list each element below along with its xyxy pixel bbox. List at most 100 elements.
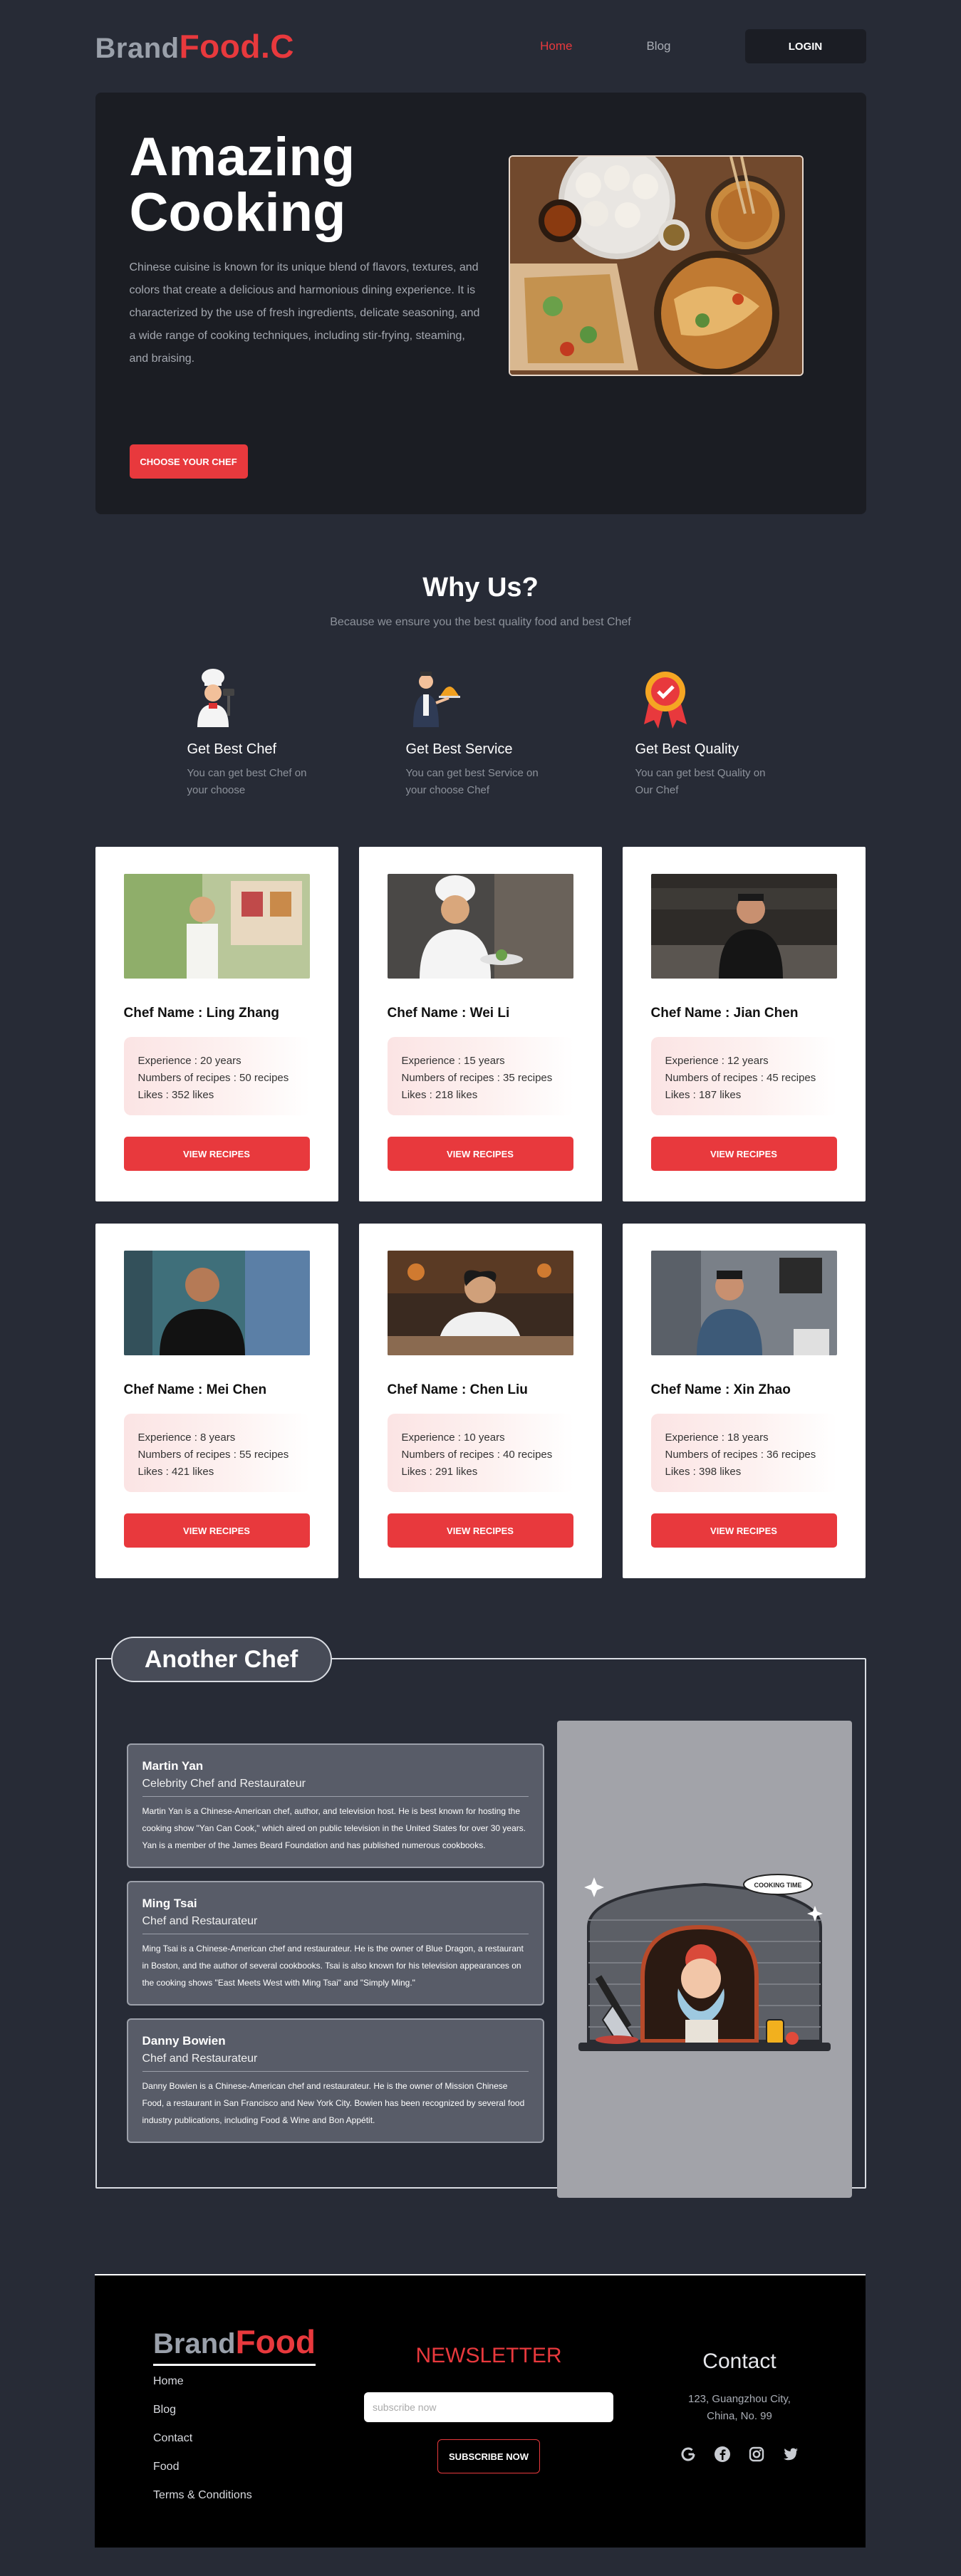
another-chef-section: Another Chef Martin Yan Celebrity Chef a… <box>95 1637 866 2198</box>
chef-likes: Likes : 352 likes <box>137 1089 214 1101</box>
chef-likes: Likes : 291 likes <box>401 1466 478 1478</box>
why-us-title: Why Us? <box>422 573 539 603</box>
feature-text: You can get best Chef on your choose <box>187 767 307 796</box>
footer-links: Home Blog Contact Food Terms & Condition… <box>153 2375 252 2518</box>
chef-card: Chef Name : Jian Chen Experience : 12 ye… <box>622 847 866 1201</box>
view-recipes-button[interactable]: VIEW RECIPES <box>387 1137 573 1171</box>
chef-experience: Experience : 8 years <box>137 1432 236 1444</box>
view-recipes-button[interactable]: VIEW RECIPES <box>650 1137 837 1171</box>
waiter-icon <box>407 666 464 730</box>
chef-photo <box>650 1251 837 1355</box>
chef-photo <box>650 874 837 979</box>
chef-name: Chef Name : Ling Zhang <box>123 1006 280 1021</box>
newsletter-title: NEWSLETTER <box>415 2344 562 2367</box>
contact-title: Contact <box>702 2350 776 2373</box>
features-row: Get Best Chef You can get best Chef on y… <box>95 666 866 823</box>
newsletter: NEWSLETTER SUBSCRIBE NOW <box>364 2344 613 2473</box>
chef-recipe-count: Numbers of recipes : 55 recipes <box>137 1449 289 1461</box>
facebook-icon[interactable] <box>713 2445 732 2463</box>
chef-recipe-count: Numbers of recipes : 40 recipes <box>401 1449 553 1461</box>
chef-name: Chef Name : Xin Zhao <box>650 1382 791 1397</box>
footer-link-blog[interactable]: Blog <box>153 2404 252 2432</box>
twitter-icon[interactable] <box>781 2445 800 2463</box>
chef-recipe-count: Numbers of recipes : 35 recipes <box>401 1072 553 1084</box>
chef-likes: Likes : 218 likes <box>401 1089 478 1101</box>
subscribe-button[interactable]: SUBSCRIBE NOW <box>437 2439 540 2473</box>
chef-bio-card: Martin Yan Celebrity Chef and Restaurate… <box>126 1743 544 1868</box>
view-recipes-button[interactable]: VIEW RECIPES <box>387 1513 573 1548</box>
chef-experience: Experience : 10 years <box>401 1432 505 1444</box>
view-recipes-button[interactable]: VIEW RECIPES <box>650 1513 837 1548</box>
bio-role: Chef and Restaurateur <box>142 1915 529 1934</box>
choose-chef-button[interactable]: CHOOSE YOUR CHEF <box>129 444 248 479</box>
brand-logo-part2: Food.C <box>179 28 294 65</box>
chef-card: Chef Name : Mei Chen Experience : 8 year… <box>95 1224 338 1578</box>
view-recipes-button[interactable]: VIEW RECIPES <box>123 1513 310 1548</box>
chef-recipe-count: Numbers of recipes : 36 recipes <box>665 1449 816 1461</box>
chef-photo <box>123 874 310 979</box>
login-button[interactable]: LOGIN <box>744 29 866 63</box>
feature-title: Get Best Quality <box>635 741 739 757</box>
hero-food-image <box>508 155 804 376</box>
feature-title: Get Best Service <box>405 741 513 757</box>
chef-icon <box>189 666 246 730</box>
footer-brand-part1: Brand <box>153 2328 236 2359</box>
footer-link-food[interactable]: Food <box>153 2461 252 2489</box>
chef-likes: Likes : 398 likes <box>665 1466 742 1478</box>
address-line-2: China, No. 99 <box>707 2410 772 2422</box>
nav-link-blog[interactable]: Blog <box>646 39 670 53</box>
chef-card: Chef Name : Ling Zhang Experience : 20 y… <box>95 847 338 1201</box>
bio-name: Ming Tsai <box>142 1897 197 1910</box>
feature-text: You can get best Service on your choose … <box>405 767 539 796</box>
chef-bio-card: Ming Tsai Chef and Restaurateur Ming Tsa… <box>126 1881 544 2006</box>
chef-bio-card: Danny Bowien Chef and Restaurateur Danny… <box>126 2018 544 2143</box>
chef-stats: Experience : 18 years Numbers of recipes… <box>650 1414 837 1492</box>
chef-recipe-count: Numbers of recipes : 45 recipes <box>665 1072 816 1084</box>
chef-name: Chef Name : Jian Chen <box>650 1006 799 1021</box>
chef-name: Chef Name : Wei Li <box>387 1006 510 1021</box>
cooking-illustration: COOKING TIME <box>556 1721 852 2198</box>
social-icons <box>658 2445 821 2463</box>
brand-logo-part1: Brand <box>95 33 180 64</box>
brand-logo[interactable]: BrandFood.C <box>95 27 294 66</box>
footer-brand-logo[interactable]: BrandFood <box>153 2322 316 2366</box>
nav-link-home[interactable]: Home <box>540 39 572 53</box>
bio-text: Martin Yan is a Chinese-American chef, a… <box>142 1806 526 1850</box>
footer-brand-part2: Food <box>235 2323 316 2360</box>
another-chef-frame: Martin Yan Celebrity Chef and Restaurate… <box>95 1658 866 2198</box>
feature-title: Get Best Chef <box>187 741 277 757</box>
footer-link-home[interactable]: Home <box>153 2375 252 2404</box>
chef-photo <box>123 1251 310 1355</box>
view-recipes-button[interactable]: VIEW RECIPES <box>123 1137 310 1171</box>
chef-card: Chef Name : Wei Li Experience : 15 years… <box>358 847 602 1201</box>
feature-best-chef: Get Best Chef You can get best Chef on y… <box>187 666 344 799</box>
newsletter-email-input[interactable] <box>364 2392 613 2422</box>
bio-text: Danny Bowien is a Chinese-American chef … <box>142 2081 525 2125</box>
feature-best-service: Get Best Service You can get best Servic… <box>406 666 563 799</box>
svg-text:COOKING TIME: COOKING TIME <box>754 1882 801 1889</box>
chef-card: Chef Name : Xin Zhao Experience : 18 yea… <box>622 1224 866 1578</box>
top-nav: BrandFood.C Home Blog LOGIN <box>95 0 866 93</box>
footer-link-contact[interactable]: Contact <box>153 2432 252 2461</box>
google-icon[interactable] <box>679 2445 697 2463</box>
quality-badge-icon <box>637 666 694 730</box>
chef-bio-list: Martin Yan Celebrity Chef and Restaurate… <box>126 1743 544 2156</box>
instagram-icon[interactable] <box>747 2445 766 2463</box>
footer-link-terms[interactable]: Terms & Conditions <box>153 2489 252 2518</box>
chef-photo <box>387 874 573 979</box>
address-line-1: 123, Guangzhou City, <box>688 2393 791 2405</box>
another-chef-title: Another Chef <box>110 1637 332 1682</box>
chef-experience: Experience : 12 years <box>665 1055 769 1067</box>
chef-experience: Experience : 15 years <box>401 1055 505 1067</box>
bio-role: Celebrity Chef and Restaurateur <box>142 1778 529 1797</box>
bio-text: Ming Tsai is a Chinese-American chef and… <box>142 1944 524 1988</box>
feature-text: You can get best Quality on Our Chef <box>635 767 766 796</box>
chef-name: Chef Name : Mei Chen <box>123 1382 267 1397</box>
chef-card: Chef Name : Chen Liu Experience : 10 yea… <box>358 1224 602 1578</box>
feature-best-quality: Get Best Quality You can get best Qualit… <box>635 666 792 799</box>
chef-likes: Likes : 187 likes <box>665 1089 742 1101</box>
hero-title: Amazing Cooking <box>129 127 355 243</box>
hero-section: Amazing Cooking Chinese cuisine is known… <box>95 93 866 514</box>
why-us-subtitle: Because we ensure you the best quality f… <box>330 616 631 628</box>
chef-recipe-count: Numbers of recipes : 50 recipes <box>137 1072 289 1084</box>
